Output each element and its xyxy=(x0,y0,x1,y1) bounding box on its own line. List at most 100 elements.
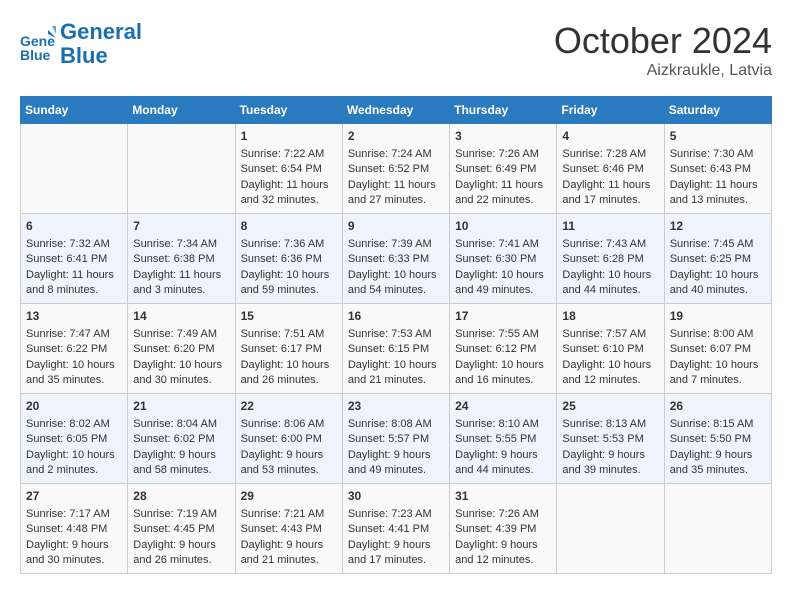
location-title: Aizkraukle, Latvia xyxy=(554,62,772,80)
day-number: 21 xyxy=(133,398,229,415)
calendar-cell: 15Sunrise: 7:51 AMSunset: 6:17 PMDayligh… xyxy=(235,304,342,394)
day-info: Daylight: 10 hours and 2 minutes. xyxy=(26,448,122,479)
day-info: Sunrise: 7:39 AM xyxy=(348,237,444,252)
day-number: 11 xyxy=(562,218,658,235)
logo-line2: Blue xyxy=(60,43,108,68)
day-info: Sunset: 6:28 PM xyxy=(562,252,658,267)
calendar-cell: 13Sunrise: 7:47 AMSunset: 6:22 PMDayligh… xyxy=(21,304,128,394)
day-number: 6 xyxy=(26,218,122,235)
calendar-cell: 6Sunrise: 7:32 AMSunset: 6:41 PMDaylight… xyxy=(21,214,128,304)
calendar-cell: 9Sunrise: 7:39 AMSunset: 6:33 PMDaylight… xyxy=(342,214,449,304)
day-info: Sunset: 6:49 PM xyxy=(455,162,551,177)
calendar-cell: 18Sunrise: 7:57 AMSunset: 6:10 PMDayligh… xyxy=(557,304,664,394)
day-info: Sunrise: 7:17 AM xyxy=(26,507,122,522)
calendar-cell xyxy=(557,484,664,574)
day-info: Sunrise: 7:36 AM xyxy=(241,237,337,252)
day-info: Sunrise: 7:41 AM xyxy=(455,237,551,252)
day-info: Sunset: 6:52 PM xyxy=(348,162,444,177)
calendar-cell: 1Sunrise: 7:22 AMSunset: 6:54 PMDaylight… xyxy=(235,124,342,214)
day-info: Sunrise: 7:51 AM xyxy=(241,327,337,342)
day-header-friday: Friday xyxy=(557,97,664,124)
day-number: 5 xyxy=(670,128,766,145)
day-number: 22 xyxy=(241,398,337,415)
day-number: 9 xyxy=(348,218,444,235)
day-info: Sunrise: 8:06 AM xyxy=(241,417,337,432)
day-info: Daylight: 9 hours and 30 minutes. xyxy=(26,538,122,569)
day-info: Sunset: 6:54 PM xyxy=(241,162,337,177)
day-number: 13 xyxy=(26,308,122,325)
calendar-cell xyxy=(128,124,235,214)
day-info: Sunrise: 8:04 AM xyxy=(133,417,229,432)
day-info: Daylight: 10 hours and 59 minutes. xyxy=(241,268,337,299)
day-number: 18 xyxy=(562,308,658,325)
day-header-thursday: Thursday xyxy=(450,97,557,124)
day-info: Daylight: 10 hours and 30 minutes. xyxy=(133,358,229,389)
day-info: Daylight: 11 hours and 32 minutes. xyxy=(241,178,337,209)
day-number: 12 xyxy=(670,218,766,235)
calendar-cell xyxy=(664,484,771,574)
calendar-cell: 16Sunrise: 7:53 AMSunset: 6:15 PMDayligh… xyxy=(342,304,449,394)
day-info: Sunrise: 7:19 AM xyxy=(133,507,229,522)
day-info: Sunrise: 8:08 AM xyxy=(348,417,444,432)
title-block: October 2024 Aizkraukle, Latvia xyxy=(554,20,772,80)
day-info: Daylight: 10 hours and 26 minutes. xyxy=(241,358,337,389)
day-number: 25 xyxy=(562,398,658,415)
day-number: 23 xyxy=(348,398,444,415)
calendar-cell: 29Sunrise: 7:21 AMSunset: 4:43 PMDayligh… xyxy=(235,484,342,574)
calendar-cell: 3Sunrise: 7:26 AMSunset: 6:49 PMDaylight… xyxy=(450,124,557,214)
svg-text:Blue: Blue xyxy=(20,47,51,62)
day-info: Sunset: 5:55 PM xyxy=(455,432,551,447)
calendar-week-4: 20Sunrise: 8:02 AMSunset: 6:05 PMDayligh… xyxy=(21,394,772,484)
calendar-cell: 11Sunrise: 7:43 AMSunset: 6:28 PMDayligh… xyxy=(557,214,664,304)
day-info: Sunrise: 7:43 AM xyxy=(562,237,658,252)
calendar-cell: 25Sunrise: 8:13 AMSunset: 5:53 PMDayligh… xyxy=(557,394,664,484)
day-info: Sunset: 4:41 PM xyxy=(348,522,444,537)
day-number: 8 xyxy=(241,218,337,235)
page-header: General Blue General Blue October 2024 A… xyxy=(20,20,772,80)
day-info: Sunrise: 8:10 AM xyxy=(455,417,551,432)
day-info: Daylight: 9 hours and 21 minutes. xyxy=(241,538,337,569)
day-info: Daylight: 11 hours and 3 minutes. xyxy=(133,268,229,299)
day-number: 24 xyxy=(455,398,551,415)
day-info: Sunrise: 7:24 AM xyxy=(348,147,444,162)
day-info: Sunrise: 7:21 AM xyxy=(241,507,337,522)
calendar-table: SundayMondayTuesdayWednesdayThursdayFrid… xyxy=(20,96,772,574)
logo-icon: General Blue xyxy=(20,26,56,62)
day-info: Daylight: 11 hours and 17 minutes. xyxy=(562,178,658,209)
day-number: 20 xyxy=(26,398,122,415)
calendar-week-3: 13Sunrise: 7:47 AMSunset: 6:22 PMDayligh… xyxy=(21,304,772,394)
day-info: Sunset: 4:45 PM xyxy=(133,522,229,537)
day-info: Daylight: 10 hours and 49 minutes. xyxy=(455,268,551,299)
calendar-cell: 30Sunrise: 7:23 AMSunset: 4:41 PMDayligh… xyxy=(342,484,449,574)
day-info: Daylight: 9 hours and 58 minutes. xyxy=(133,448,229,479)
day-number: 19 xyxy=(670,308,766,325)
calendar-cell: 14Sunrise: 7:49 AMSunset: 6:20 PMDayligh… xyxy=(128,304,235,394)
calendar-cell: 19Sunrise: 8:00 AMSunset: 6:07 PMDayligh… xyxy=(664,304,771,394)
day-info: Sunset: 6:10 PM xyxy=(562,342,658,357)
day-info: Daylight: 11 hours and 27 minutes. xyxy=(348,178,444,209)
day-number: 28 xyxy=(133,488,229,505)
day-number: 14 xyxy=(133,308,229,325)
calendar-cell: 12Sunrise: 7:45 AMSunset: 6:25 PMDayligh… xyxy=(664,214,771,304)
calendar-cell: 23Sunrise: 8:08 AMSunset: 5:57 PMDayligh… xyxy=(342,394,449,484)
day-info: Sunrise: 8:15 AM xyxy=(670,417,766,432)
day-info: Sunrise: 7:47 AM xyxy=(26,327,122,342)
calendar-cell xyxy=(21,124,128,214)
day-number: 30 xyxy=(348,488,444,505)
day-info: Daylight: 10 hours and 54 minutes. xyxy=(348,268,444,299)
day-info: Sunset: 5:50 PM xyxy=(670,432,766,447)
day-info: Daylight: 9 hours and 35 minutes. xyxy=(670,448,766,479)
day-info: Sunset: 6:15 PM xyxy=(348,342,444,357)
day-info: Sunset: 6:07 PM xyxy=(670,342,766,357)
day-info: Daylight: 10 hours and 21 minutes. xyxy=(348,358,444,389)
calendar-week-5: 27Sunrise: 7:17 AMSunset: 4:48 PMDayligh… xyxy=(21,484,772,574)
day-number: 17 xyxy=(455,308,551,325)
day-info: Sunrise: 8:02 AM xyxy=(26,417,122,432)
day-info: Daylight: 9 hours and 53 minutes. xyxy=(241,448,337,479)
day-header-wednesday: Wednesday xyxy=(342,97,449,124)
day-info: Sunrise: 7:30 AM xyxy=(670,147,766,162)
calendar-cell: 22Sunrise: 8:06 AMSunset: 6:00 PMDayligh… xyxy=(235,394,342,484)
day-number: 29 xyxy=(241,488,337,505)
day-info: Daylight: 10 hours and 40 minutes. xyxy=(670,268,766,299)
calendar-cell: 17Sunrise: 7:55 AMSunset: 6:12 PMDayligh… xyxy=(450,304,557,394)
